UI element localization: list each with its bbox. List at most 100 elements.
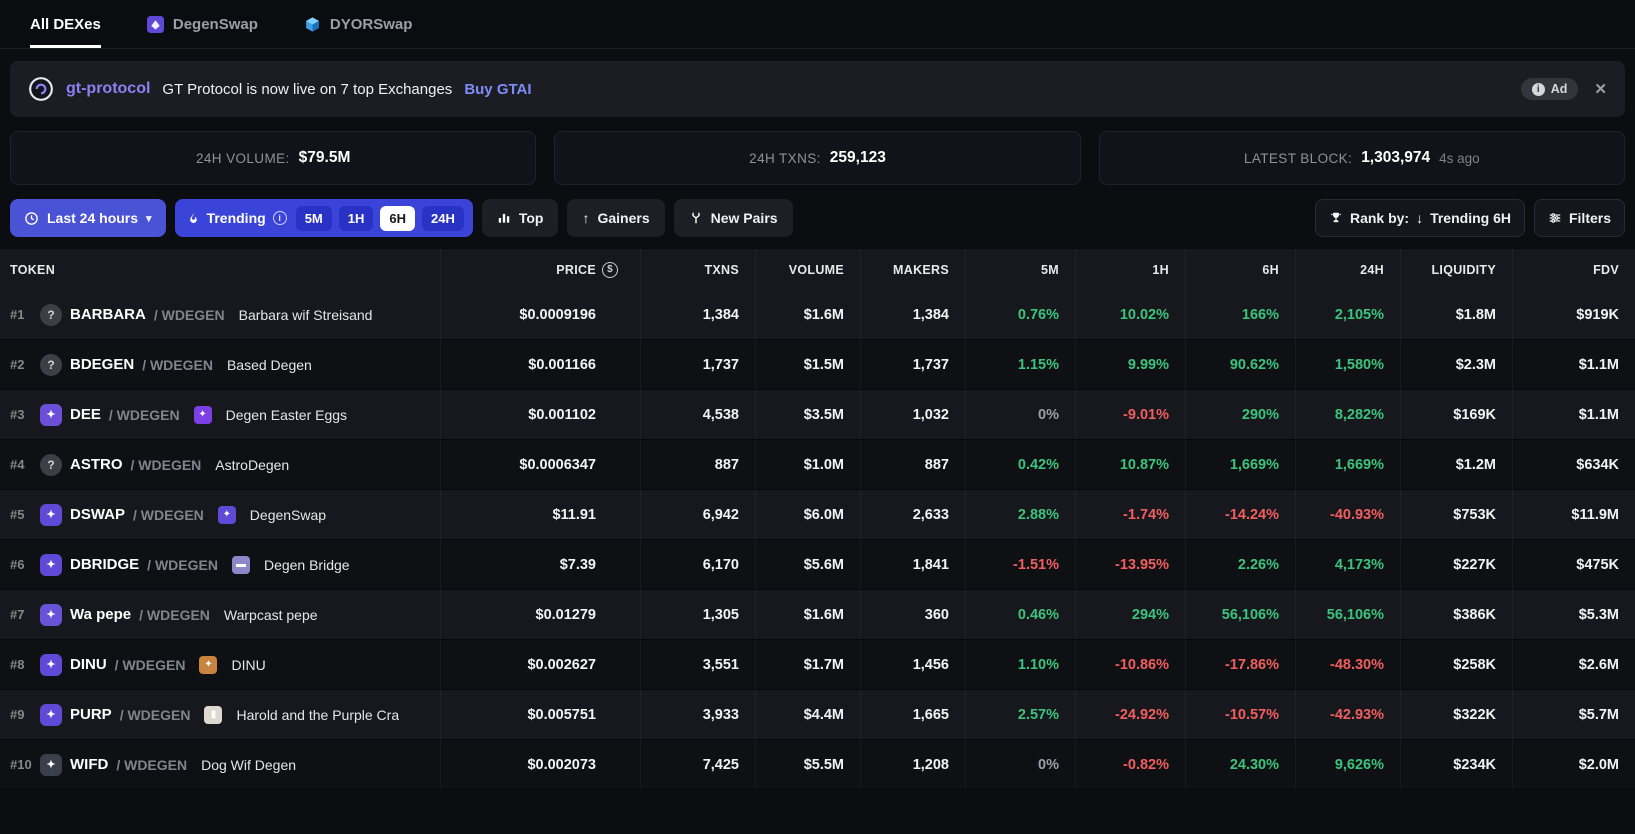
change-6h-cell: 166% (1185, 290, 1295, 339)
token-name: DegenSwap (249, 506, 327, 523)
toolbar: Last 24 hours ▾ Trending i 5M 1H 6H 24H … (10, 199, 1625, 237)
liquidity-cell: $2.3M (1400, 340, 1512, 389)
col-makers[interactable]: MAKERS (860, 249, 965, 290)
table-row[interactable]: #5 ✦ DSWAP / WDEGEN ✦ DegenSwap $11.91 6… (0, 490, 1635, 540)
time-range-dropdown[interactable]: Last 24 hours ▾ (10, 199, 166, 237)
bar-chart-icon (497, 211, 511, 225)
token-icon: ? (40, 453, 62, 476)
token-name-icon: ▮ (204, 705, 223, 724)
change-6h-cell: 1,669% (1185, 440, 1295, 489)
price-cell: $0.005751 (440, 690, 640, 739)
ad-controls: i Ad ✕ (1520, 78, 1607, 100)
token-symbol: BARBARA (70, 306, 146, 323)
rank-by-button[interactable]: Rank by: ↓ Trending 6H (1314, 199, 1525, 237)
change-24h-cell: 1,669% (1295, 440, 1400, 489)
change-5m-cell: 0.46% (965, 590, 1075, 639)
col-1h[interactable]: 1H (1075, 249, 1185, 290)
gainers-button[interactable]: ↑ Gainers (567, 199, 665, 237)
token-rank: #9 (10, 707, 25, 722)
dollar-icon: $ (602, 261, 618, 278)
col-fdv[interactable]: FDV (1512, 249, 1635, 290)
change-5m-cell: 1.15% (965, 340, 1075, 389)
txns-cell: 6,942 (640, 490, 755, 539)
txns-cell: 1,305 (640, 590, 755, 639)
volume-cell: $5.6M (755, 540, 860, 589)
trending-pill[interactable]: 1H (338, 205, 374, 231)
buy-gtai-link[interactable]: Buy GTAI (464, 81, 531, 98)
col-volume[interactable]: VOLUME (755, 249, 860, 290)
change-1h-cell: -10.86% (1075, 640, 1185, 689)
trending-label: Trending (206, 210, 266, 226)
table-row[interactable]: #7 ✦ Wa pepe / WDEGEN Warpcast pepe $0.0… (0, 590, 1635, 640)
change-6h-cell: -10.57% (1185, 690, 1295, 739)
table-row[interactable]: #4 ? ASTRO / WDEGEN AstroDegen $0.000634… (0, 440, 1635, 490)
table-row[interactable]: #6 ✦ DBRIDGE / WDEGEN ▬ Degen Bridge $7.… (0, 540, 1635, 590)
change-6h-cell: 56,106% (1185, 590, 1295, 639)
change-5m-cell: 1.10% (965, 640, 1075, 689)
change-5m-cell: 0.42% (965, 440, 1075, 489)
change-1h-cell: -0.82% (1075, 740, 1185, 789)
table-row[interactable]: #10 ✦ WIFD / WDEGEN Dog Wif Degen $0.002… (0, 740, 1635, 790)
token-icon: ? (40, 353, 62, 376)
table-row[interactable]: #3 ✦ DEE / WDEGEN ✦ Degen Easter Eggs $0… (0, 390, 1635, 440)
tab-dyorswap[interactable]: DYORSwap (304, 0, 413, 48)
fdv-cell: $2.0M (1512, 740, 1635, 789)
col-liquidity[interactable]: LIQUIDITY (1400, 249, 1512, 290)
ad-banner: gt-protocol GT Protocol is now live on 7… (10, 61, 1625, 117)
table-row[interactable]: #2 ? BDEGEN / WDEGEN Based Degen $0.0011… (0, 340, 1635, 390)
col-24h[interactable]: 24H (1295, 249, 1400, 290)
trending-group: Trending i 5M 1H 6H 24H (174, 199, 473, 237)
tab-degenswap[interactable]: DegenSwap (146, 0, 258, 48)
token-name-icon: ✦ (193, 405, 212, 424)
col-txns[interactable]: TXNS (640, 249, 755, 290)
ad-badge[interactable]: i Ad (1520, 78, 1579, 100)
table-row[interactable]: #8 ✦ DINU / WDEGEN ✦ DINU $0.002627 3,55… (0, 640, 1635, 690)
col-6h[interactable]: 6H (1185, 249, 1295, 290)
table-row[interactable]: #1 ? BARBARA / WDEGEN Barbara wif Streis… (0, 290, 1635, 340)
flame-icon (187, 211, 200, 226)
new-pairs-button[interactable]: New Pairs (673, 199, 793, 237)
liquidity-cell: $753K (1400, 490, 1512, 539)
col-token[interactable]: TOKEN (0, 249, 440, 290)
token-icon: ✦ (40, 603, 62, 626)
close-icon[interactable]: ✕ (1594, 80, 1607, 98)
stat-value: $79.5M (298, 149, 351, 166)
filters-button-label: Filters (1568, 210, 1611, 226)
price-cell: $11.91 (440, 490, 640, 539)
txns-cell: 1,737 (640, 340, 755, 389)
ad-brand-link[interactable]: gt-protocol (66, 80, 150, 98)
top-tab-bar: All DEXes DegenSwap DYORSwap (0, 0, 1635, 49)
trending-pill[interactable]: 6H (380, 205, 415, 231)
volume-cell: $1.0M (755, 440, 860, 489)
change-5m-cell: -1.51% (965, 540, 1075, 589)
gainers-button-label: Gainers (597, 210, 650, 226)
table-row[interactable]: #9 ✦ PURP / WDEGEN ▮ Harold and the Purp… (0, 690, 1635, 740)
token-symbol: DSWAP (70, 506, 126, 523)
col-5m[interactable]: 5M (965, 249, 1075, 290)
trending-pill[interactable]: 5M (295, 205, 332, 231)
filters-button[interactable]: Filters (1533, 199, 1625, 237)
token-cell: #9 ✦ PURP / WDEGEN ▮ Harold and the Purp… (0, 690, 440, 739)
price-cell: $7.39 (440, 540, 640, 589)
col-price[interactable]: PRICE $ (440, 249, 640, 290)
token-rank: #10 (10, 757, 32, 772)
tab-label: DYORSwap (329, 15, 413, 33)
txns-cell: 887 (640, 440, 755, 489)
token-cell: #1 ? BARBARA / WDEGEN Barbara wif Streis… (0, 290, 440, 339)
toolbar-right-group: Rank by: ↓ Trending 6H Filters (1314, 199, 1625, 237)
change-6h-cell: 90.62% (1185, 340, 1295, 389)
top-button[interactable]: Top (481, 199, 559, 237)
stat-value: 259,123 (829, 149, 886, 166)
rank-by-value: Trending 6H (1430, 210, 1511, 226)
change-6h-cell: -17.86% (1185, 640, 1295, 689)
token-cell: #10 ✦ WIFD / WDEGEN Dog Wif Degen (0, 740, 440, 789)
change-24h-cell: 1,580% (1295, 340, 1400, 389)
trending-pill[interactable]: 24H (422, 205, 464, 231)
token-icon: ? (40, 303, 62, 326)
volume-cell: $3.5M (755, 390, 860, 439)
makers-cell: 1,208 (860, 740, 965, 789)
tab-all-dexes[interactable]: All DEXes (30, 0, 101, 48)
change-24h-cell: -40.93% (1295, 490, 1400, 539)
volume-cell: $4.4M (755, 690, 860, 739)
token-symbol: WIFD (70, 756, 109, 773)
